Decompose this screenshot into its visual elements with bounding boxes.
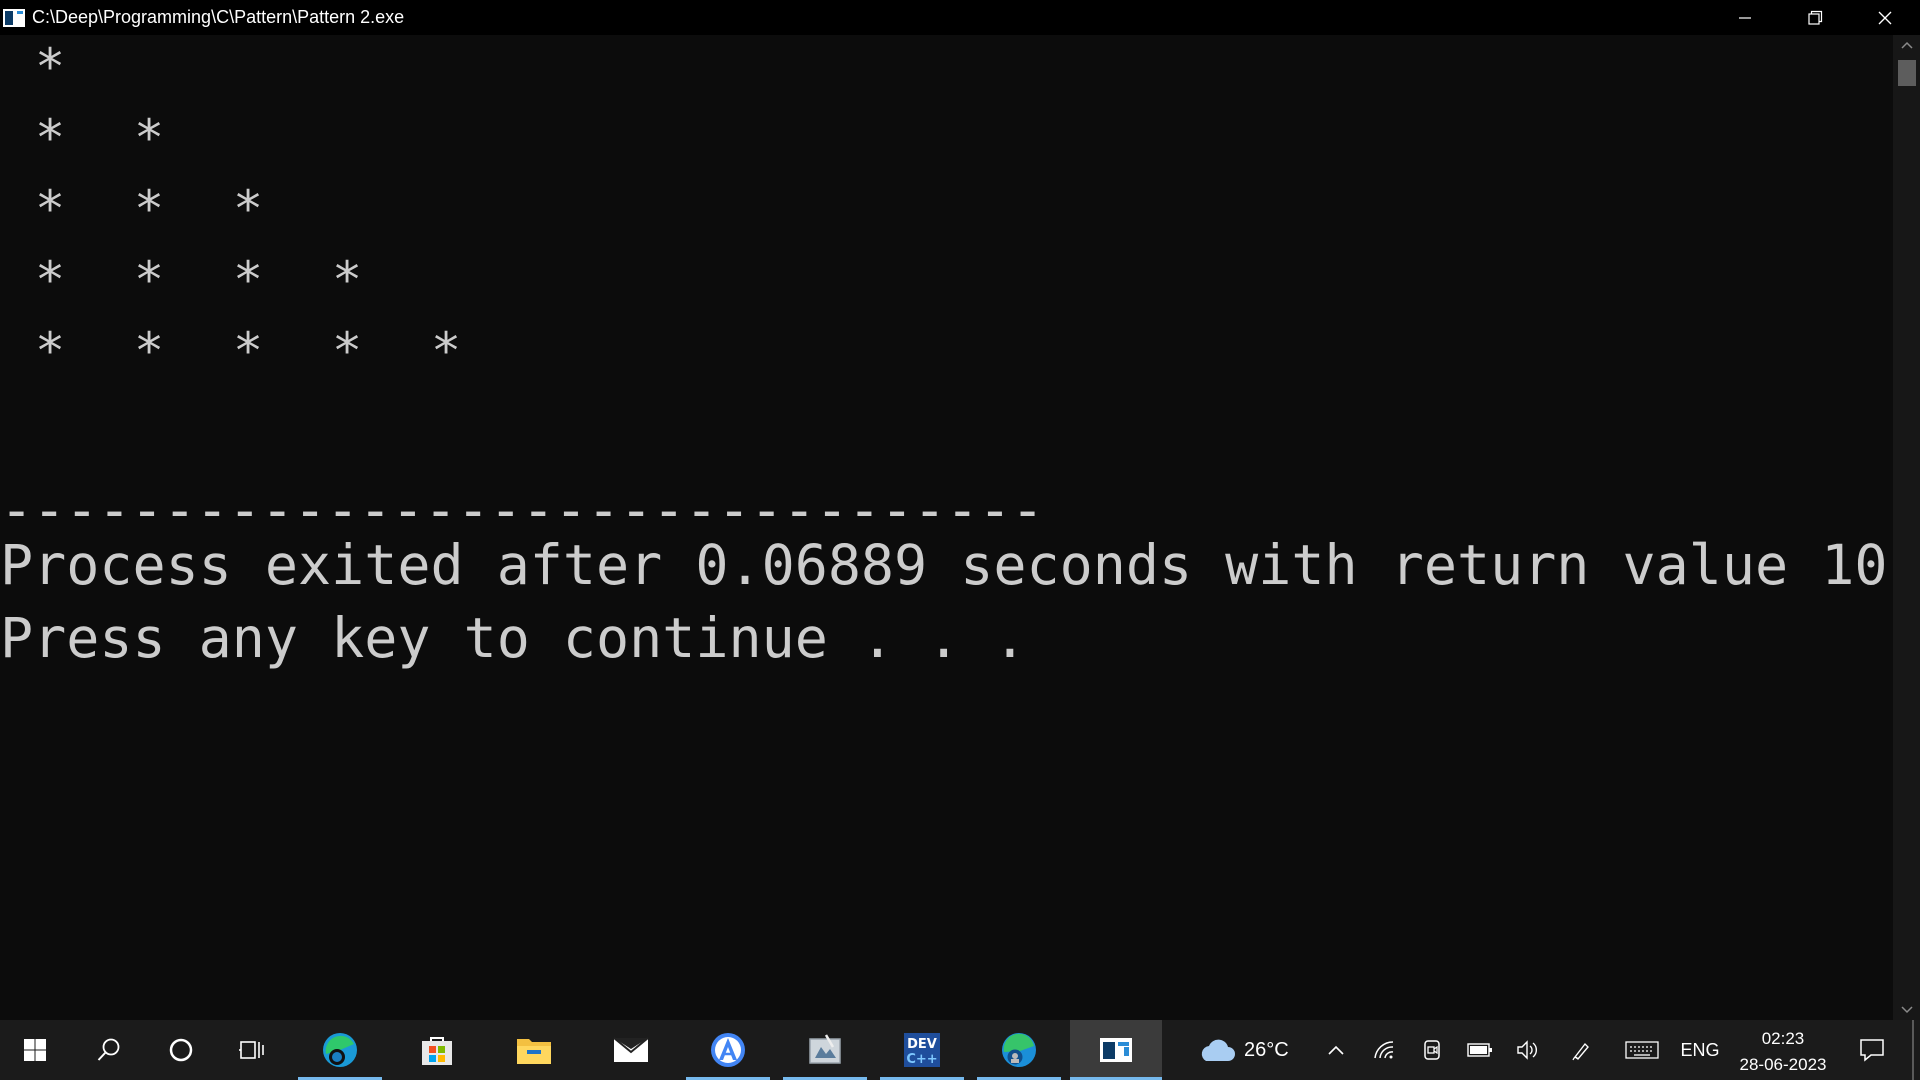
- console-window: C:\Deep\Programming\C\Pattern\Pattern 2.…: [0, 0, 1920, 1020]
- console-icon: [1100, 1038, 1132, 1062]
- search-button[interactable]: [74, 1020, 144, 1080]
- wifi-icon: [1374, 1041, 1394, 1059]
- console-app-icon[interactable]: [3, 8, 25, 27]
- clock-date: 28-06-2023: [1739, 1055, 1827, 1074]
- pattern-star: *: [133, 251, 165, 309]
- battery-icon: [1467, 1043, 1492, 1057]
- pattern-star: *: [34, 322, 66, 380]
- dev-cpp-icon: DEVC++: [904, 1033, 940, 1067]
- start-button[interactable]: [0, 1020, 70, 1080]
- window-title: C:\Deep\Programming\C\Pattern\Pattern 2.…: [32, 7, 405, 27]
- close-icon: [1878, 11, 1892, 24]
- pattern-star: *: [232, 251, 264, 309]
- minimize-button[interactable]: [1710, 0, 1780, 35]
- mail-icon: [613, 1037, 649, 1062]
- search-icon: [97, 1038, 120, 1061]
- clock-time: 02:23: [1761, 1029, 1805, 1048]
- taskbar: DEV C++ 26°C ENG 02:23 28-06-2023: [0, 1020, 1920, 1080]
- taskbar-app-console[interactable]: [1070, 1020, 1162, 1080]
- meet-now-icon: [1424, 1040, 1440, 1060]
- notification-icon: [1860, 1039, 1884, 1062]
- taskbar-app-edge-beta[interactable]: [298, 1020, 382, 1080]
- taskbar-app-file-explorer[interactable]: [492, 1020, 576, 1080]
- taskbar-app-mail[interactable]: [589, 1020, 673, 1080]
- pattern-star: *: [34, 109, 66, 167]
- scroll-down-button[interactable]: [1893, 1000, 1920, 1020]
- process-exit-message: Process exited after 0.06889 seconds wit…: [0, 533, 1888, 597]
- pattern-star: *: [133, 109, 165, 167]
- window-controls: [1710, 0, 1920, 35]
- scroll-thumb[interactable]: [1898, 60, 1916, 86]
- taskbar-clock[interactable]: 02:23 28-06-2023: [1733, 1026, 1833, 1078]
- task-view-button[interactable]: [218, 1020, 288, 1080]
- cortana-button[interactable]: [146, 1020, 216, 1080]
- show-hidden-icons-button[interactable]: [1320, 1020, 1352, 1080]
- chevron-up-icon: [1328, 1045, 1344, 1055]
- pattern-star: *: [331, 322, 363, 380]
- cloud-icon: [1201, 1039, 1235, 1061]
- pattern-star: *: [232, 322, 264, 380]
- notification-center-button[interactable]: [1850, 1020, 1894, 1080]
- restore-icon: [1808, 10, 1823, 25]
- battery-button[interactable]: [1464, 1020, 1496, 1080]
- pen-workspace-button[interactable]: [1566, 1020, 1598, 1080]
- pattern-star: *: [34, 251, 66, 309]
- scroll-up-button[interactable]: [1893, 35, 1920, 55]
- touch-keyboard-button[interactable]: [1620, 1020, 1664, 1080]
- pattern-star: *: [331, 251, 363, 309]
- minimize-icon: [1739, 16, 1751, 19]
- chevron-down-icon: [1900, 1006, 1913, 1014]
- pattern-star: *: [133, 322, 165, 380]
- pen-icon: [1572, 1042, 1589, 1061]
- taskbar-app-dev-cpp[interactable]: DEV C++: [880, 1020, 964, 1080]
- snipping-tool-icon: [809, 1034, 841, 1064]
- console-output[interactable]: * * * * * * * * * * * * * * * ------------------------…: [0, 35, 1893, 1020]
- taskbar-app-store[interactable]: [395, 1020, 479, 1080]
- pattern-star: *: [34, 180, 66, 238]
- edge-beta-icon: [323, 1033, 357, 1067]
- file-explorer-icon: [517, 1039, 551, 1064]
- network-button[interactable]: [1368, 1020, 1400, 1080]
- pattern-star: *: [232, 180, 264, 238]
- task-view-icon: [239, 1041, 264, 1059]
- restore-button[interactable]: [1780, 0, 1850, 35]
- edge-icon: [1002, 1033, 1036, 1067]
- volume-icon: [1517, 1040, 1537, 1060]
- weather-temperature: 26°C: [1244, 1038, 1289, 1061]
- weather-widget[interactable]: 26°C: [1196, 1020, 1300, 1080]
- svg-text:DEV: DEV: [907, 1037, 937, 1052]
- taskbar-app-snipping-tool[interactable]: [783, 1020, 867, 1080]
- store-icon: [422, 1037, 452, 1065]
- show-desktop-button[interactable]: [1912, 1020, 1914, 1080]
- title-bar[interactable]: C:\Deep\Programming\C\Pattern\Pattern 2.…: [0, 0, 1920, 35]
- chevron-up-icon: [1900, 41, 1913, 49]
- taskbar-app-android-studio[interactable]: [686, 1020, 770, 1080]
- meet-now-button[interactable]: [1416, 1020, 1448, 1080]
- input-language: ENG: [1680, 1039, 1720, 1060]
- pattern-star: *: [430, 322, 462, 380]
- volume-button[interactable]: [1512, 1020, 1544, 1080]
- input-language-button[interactable]: ENG: [1680, 1020, 1720, 1080]
- vertical-scrollbar[interactable]: [1893, 35, 1920, 1020]
- pattern-star: *: [133, 180, 165, 238]
- svg-text:C++: C++: [906, 1052, 937, 1067]
- touch-keyboard-icon: [1625, 1041, 1659, 1059]
- windows-start-icon: [24, 1039, 46, 1061]
- pattern-star: *: [34, 38, 66, 96]
- close-button[interactable]: [1850, 0, 1920, 35]
- taskbar-app-edge[interactable]: [977, 1020, 1061, 1080]
- cortana-icon: [169, 1038, 193, 1062]
- press-any-key-message: Press any key to continue . . .: [0, 606, 1027, 670]
- android-studio-icon: [711, 1033, 745, 1067]
